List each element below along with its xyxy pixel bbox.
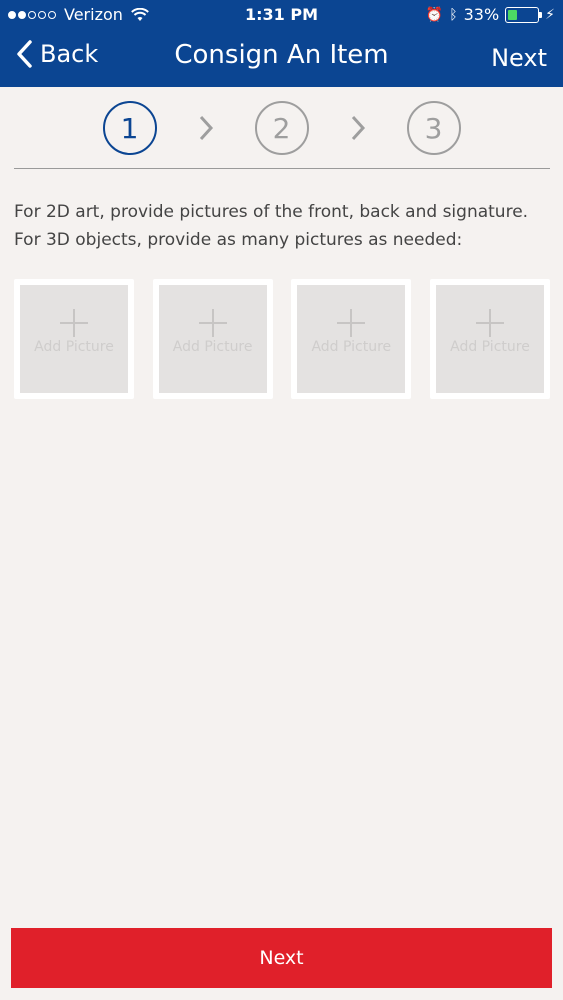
step-indicator: 1 2 3: [0, 100, 563, 156]
add-picture-label: Add Picture: [172, 339, 253, 355]
status-bar: Verizon 1:31 PM ⏰ ᛒ 33% ⚡: [0, 0, 563, 30]
alarm-icon: ⏰: [425, 6, 444, 23]
picture-placeholder: Add Picture: [435, 285, 544, 393]
add-picture-button[interactable]: Add Picture: [429, 279, 550, 399]
nav-next-button[interactable]: Next: [491, 44, 547, 72]
charging-icon: ⚡: [545, 6, 555, 23]
battery-fill: [508, 9, 518, 20]
picture-placeholder: Add Picture: [297, 285, 406, 393]
chevron-right-icon: [157, 114, 255, 142]
status-right: ⏰ ᛒ 33% ⚡: [420, 5, 555, 24]
bluetooth-icon: ᛒ: [449, 6, 458, 23]
add-picture-button[interactable]: Add Picture: [152, 279, 273, 399]
plus-icon: [60, 309, 88, 337]
header: Verizon 1:31 PM ⏰ ᛒ 33% ⚡ Back Consign A…: [0, 0, 563, 87]
add-picture-button[interactable]: Add Picture: [14, 279, 134, 399]
plus-icon: [198, 309, 227, 337]
add-picture-label: Add Picture: [311, 339, 392, 355]
picture-placeholder: Add Picture: [20, 285, 128, 393]
add-picture-label: Add Picture: [34, 339, 114, 355]
plus-icon: [475, 309, 504, 337]
battery-icon: [505, 6, 543, 23]
battery-nub: [539, 11, 543, 18]
instructions: For 2D art, provide pictures of the fron…: [14, 198, 554, 254]
add-picture-label: Add Picture: [450, 339, 530, 355]
picture-slots: Add Picture Add Picture Add Picture Add …: [14, 279, 550, 399]
step-2: 2: [254, 101, 309, 155]
plus-icon: [337, 309, 366, 337]
instructions-line-2: For 3D objects, provide as many pictures…: [14, 230, 463, 250]
picture-placeholder: Add Picture: [158, 285, 267, 393]
battery-percent: 33%: [463, 5, 500, 24]
step-3: 3: [406, 101, 461, 155]
nav-bar: Back Consign An Item Next: [0, 30, 563, 87]
chevron-right-icon: [309, 114, 407, 142]
add-picture-button[interactable]: Add Picture: [291, 279, 412, 399]
divider: [14, 168, 550, 169]
step-1: 1: [102, 101, 157, 155]
instructions-line-1: For 2D art, provide pictures of the fron…: [14, 202, 529, 222]
next-button[interactable]: Next: [11, 928, 552, 988]
page-title: Consign An Item: [174, 40, 389, 70]
